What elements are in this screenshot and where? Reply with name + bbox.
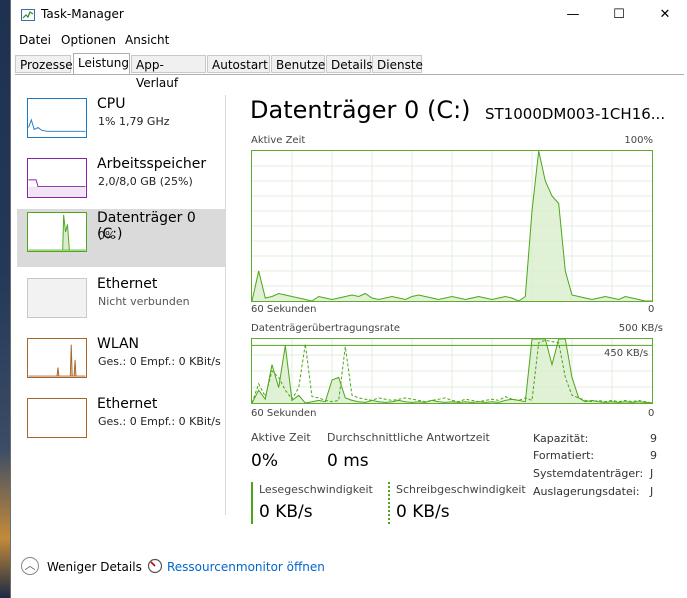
sidebar-item-disk[interactable]: Datenträger 0 (C:) 0%	[17, 209, 225, 267]
sidebar-item-ethernet-2[interactable]: Ethernet Ges.: 0 Empf.: 0 KBit/s	[17, 395, 225, 455]
response-time-label: Durchschnittliche Antwortzeit	[327, 431, 490, 444]
sidebar-item-title: Ethernet	[97, 276, 158, 292]
resource-monitor-link[interactable]: Ressourcenmonitor öffnen	[167, 560, 325, 574]
disk-thumbnail-graph	[27, 212, 87, 252]
formatted-value: 9	[650, 449, 657, 462]
capacity-value: 9	[650, 432, 657, 445]
page-title: Datenträger 0 (C:)	[250, 96, 471, 124]
write-speed-label: Schreibgeschwindigkeit	[396, 483, 526, 496]
menu-ansicht[interactable]: Ansicht	[125, 33, 169, 47]
read-speed-label: Lesegeschwindigkeit	[259, 483, 373, 496]
active-time-value: 0%	[251, 451, 278, 471]
active-time-label: Aktive Zeit	[251, 431, 311, 444]
active-time-chart	[251, 150, 653, 302]
menu-optionen[interactable]: Optionen	[61, 33, 116, 47]
read-speed-value: 0 KB/s	[259, 502, 313, 522]
disk-detail-panel: Datenträger 0 (C:) ST1000DM003-1CH16... …	[250, 95, 670, 545]
sidebar-item-cpu[interactable]: CPU 1% 1,79 GHz	[17, 95, 225, 155]
footer-bar: ︿ Weniger Details Ressourcenmonitor öffn…	[11, 554, 687, 584]
capacity-label: Kapazität:	[533, 432, 589, 445]
system-disk-label: Systemdatenträger:	[533, 467, 644, 480]
response-time-value: 0 ms	[327, 451, 369, 471]
cpu-thumbnail-graph	[27, 98, 87, 138]
task-manager-window: Task-Manager — ☐ ✕ Datei Optionen Ansich…	[10, 0, 687, 598]
tab-prozesse[interactable]: Prozesse	[15, 55, 73, 73]
tab-leistung[interactable]: Leistung	[73, 53, 130, 74]
chart2-line-label: 450 KB/s	[604, 348, 649, 359]
close-icon: ✕	[659, 7, 671, 22]
transfer-rate-chart	[251, 338, 653, 404]
chart2-max: 500 KB/s	[618, 323, 663, 334]
fewer-details-button[interactable]: ︿	[21, 557, 39, 575]
formatted-label: Formatiert:	[533, 449, 595, 462]
system-disk-value: J	[650, 467, 654, 480]
tab-benutzer[interactable]: Benutzer	[271, 55, 330, 73]
sidebar-item-title: Ethernet	[97, 396, 158, 412]
write-speed-value: 0 KB/s	[396, 502, 450, 522]
maximize-button[interactable]: ☐	[596, 0, 642, 30]
sidebar-item-subtitle: Ges.: 0 Empf.: 0 KBit/s	[98, 415, 221, 428]
chart1-xlabel: 60 Sekunden	[251, 304, 317, 315]
sidebar-item-title: Arbeitsspeicher	[97, 156, 207, 172]
sidebar-item-title: WLAN	[97, 336, 140, 352]
read-speed-indicator	[251, 482, 253, 524]
page-file-value: J	[650, 485, 654, 498]
sidebar-item-subtitle: 1% 1,79 GHz	[98, 115, 170, 128]
close-button[interactable]: ✕	[642, 0, 687, 30]
ethernet-thumbnail-graph	[27, 398, 87, 438]
chart1-max: 100%	[624, 135, 653, 146]
menu-bar: Datei Optionen Ansicht	[11, 30, 687, 50]
write-speed-indicator	[388, 482, 390, 524]
menu-datei[interactable]: Datei	[19, 33, 51, 47]
sidebar-item-memory[interactable]: Arbeitsspeicher 2,0/8,0 GB (25%)	[17, 155, 225, 215]
chevron-up-icon: ︿	[24, 559, 36, 572]
ethernet-thumbnail-graph	[27, 278, 87, 318]
sidebar-item-subtitle: 2,0/8,0 GB (25%)	[98, 175, 193, 188]
disk-model: ST1000DM003-1CH16...	[485, 105, 666, 123]
page-file-label: Auslagerungsdatei:	[533, 485, 640, 498]
sidebar-item-subtitle: Ges.: 0 Empf.: 0 KBit/s	[98, 355, 221, 368]
tab-dienste[interactable]: Dienste	[372, 55, 423, 73]
minimize-button[interactable]: —	[550, 0, 596, 30]
sidebar-item-title: CPU	[97, 96, 126, 112]
sidebar-item-subtitle: Nicht verbunden	[98, 295, 190, 308]
chart1-min: 0	[648, 304, 655, 315]
sidebar-item-title: Datenträger 0 (C:)	[97, 210, 196, 242]
tab-autostart[interactable]: Autostart	[207, 55, 270, 73]
tab-app-verlauf[interactable]: App-Verlauf	[131, 55, 206, 90]
chart2-min: 0	[648, 408, 655, 419]
sidebar-item-subtitle: 0%	[98, 229, 116, 242]
window-title: Task-Manager	[41, 7, 124, 21]
memory-thumbnail-graph	[27, 158, 87, 198]
task-manager-app-icon	[21, 9, 35, 21]
tab-details[interactable]: Details	[326, 55, 373, 73]
maximize-icon: ☐	[613, 7, 625, 22]
title-bar[interactable]: Task-Manager — ☐ ✕	[11, 0, 687, 30]
fewer-details-label[interactable]: Weniger Details	[47, 560, 142, 574]
resource-monitor-icon	[147, 558, 163, 574]
wlan-thumbnail-graph	[27, 338, 87, 378]
sidebar-item-wlan[interactable]: WLAN Ges.: 0 Empf.: 0 KBit/s	[17, 335, 225, 395]
minimize-icon: —	[566, 7, 580, 22]
sidebar-item-ethernet-1[interactable]: Ethernet Nicht verbunden	[17, 275, 225, 335]
chart2-xlabel: 60 Sekunden	[251, 408, 317, 419]
chart1-label: Aktive Zeit	[251, 135, 306, 146]
performance-sidebar: CPU 1% 1,79 GHz Arbeitsspeicher 2,0/8,0 …	[17, 95, 226, 515]
chart2-label: Datenträgerübertragungsrate	[251, 323, 401, 334]
